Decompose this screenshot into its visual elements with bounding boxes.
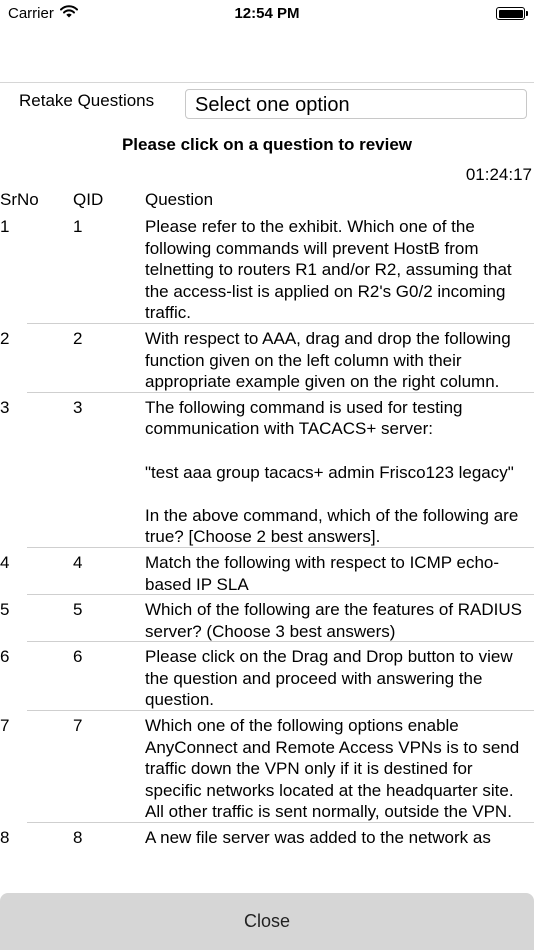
row-srno: 6: [0, 647, 10, 667]
header-question: Question: [145, 190, 214, 209]
table-row[interactable]: 4 4 Match the following with respect to …: [0, 548, 534, 596]
row-qid: 8: [73, 828, 83, 848]
table-row[interactable]: 8 8 A new file server was added to the n…: [0, 823, 534, 849]
row-qid: 1: [73, 217, 83, 236]
status-bar: Carrier 12:54 PM: [0, 0, 534, 28]
questions-table: SrNo QID Question 1 1 Please refer to th…: [0, 190, 534, 849]
retake-select[interactable]: Select one option: [185, 89, 527, 119]
table-row[interactable]: 2 2 With respect to AAA, drag and drop t…: [0, 324, 534, 393]
row-question: With respect to AAA, drag and drop the f…: [145, 328, 516, 392]
table-row[interactable]: 7 7 Which one of the following options e…: [0, 711, 534, 824]
row-question: The following command is used for testin…: [145, 397, 519, 547]
table-row[interactable]: 5 5 Which of the following are the featu…: [0, 595, 534, 643]
row-srno: 7: [0, 716, 10, 736]
row-srno: 5: [0, 600, 10, 620]
table-header: SrNo QID Question: [0, 190, 534, 212]
row-qid: 3: [73, 397, 83, 417]
header-divider: [0, 82, 534, 83]
row-qid: 7: [73, 716, 83, 736]
row-qid: 2: [73, 328, 83, 348]
instruction-text: Please click on a question to review: [121, 135, 413, 154]
screen: Carrier 12:54 PM Retake Questions Select…: [0, 0, 534, 950]
close-button[interactable]: Close: [0, 893, 534, 950]
row-srno: 8: [0, 828, 10, 848]
row-question: Please refer to the exhibit. Which one o…: [145, 217, 517, 323]
table-row[interactable]: 1 1 Please refer to the exhibit. Which o…: [0, 212, 534, 324]
row-question: Please click on the Drag and Drop button…: [145, 647, 518, 710]
battery-icon: [496, 7, 528, 20]
row-srno: 4: [0, 552, 10, 572]
retake-questions-label: Retake Questions: [19, 91, 155, 110]
row-question: Which of the following are the features …: [145, 600, 527, 641]
row-qid: 4: [73, 552, 83, 572]
table-row[interactable]: 6 6 Please click on the Drag and Drop bu…: [0, 642, 534, 712]
timer: 01:24:17: [465, 165, 532, 184]
row-question: Match the following with respect to ICMP…: [145, 552, 500, 594]
row-srno: 1: [0, 217, 10, 236]
header-srno: SrNo: [0, 190, 39, 209]
row-srno: 2: [0, 328, 10, 348]
row-qid: 6: [73, 647, 83, 667]
row-srno: 3: [0, 397, 10, 417]
header-qid: QID: [73, 190, 104, 209]
row-question: A new file server was added to the netwo…: [145, 828, 491, 848]
table-row[interactable]: 3 3 The following command is used for te…: [0, 393, 534, 548]
row-question: Which one of the following options enabl…: [145, 716, 524, 822]
row-qid: 5: [73, 600, 83, 620]
clock: 12:54 PM: [234, 5, 300, 22]
